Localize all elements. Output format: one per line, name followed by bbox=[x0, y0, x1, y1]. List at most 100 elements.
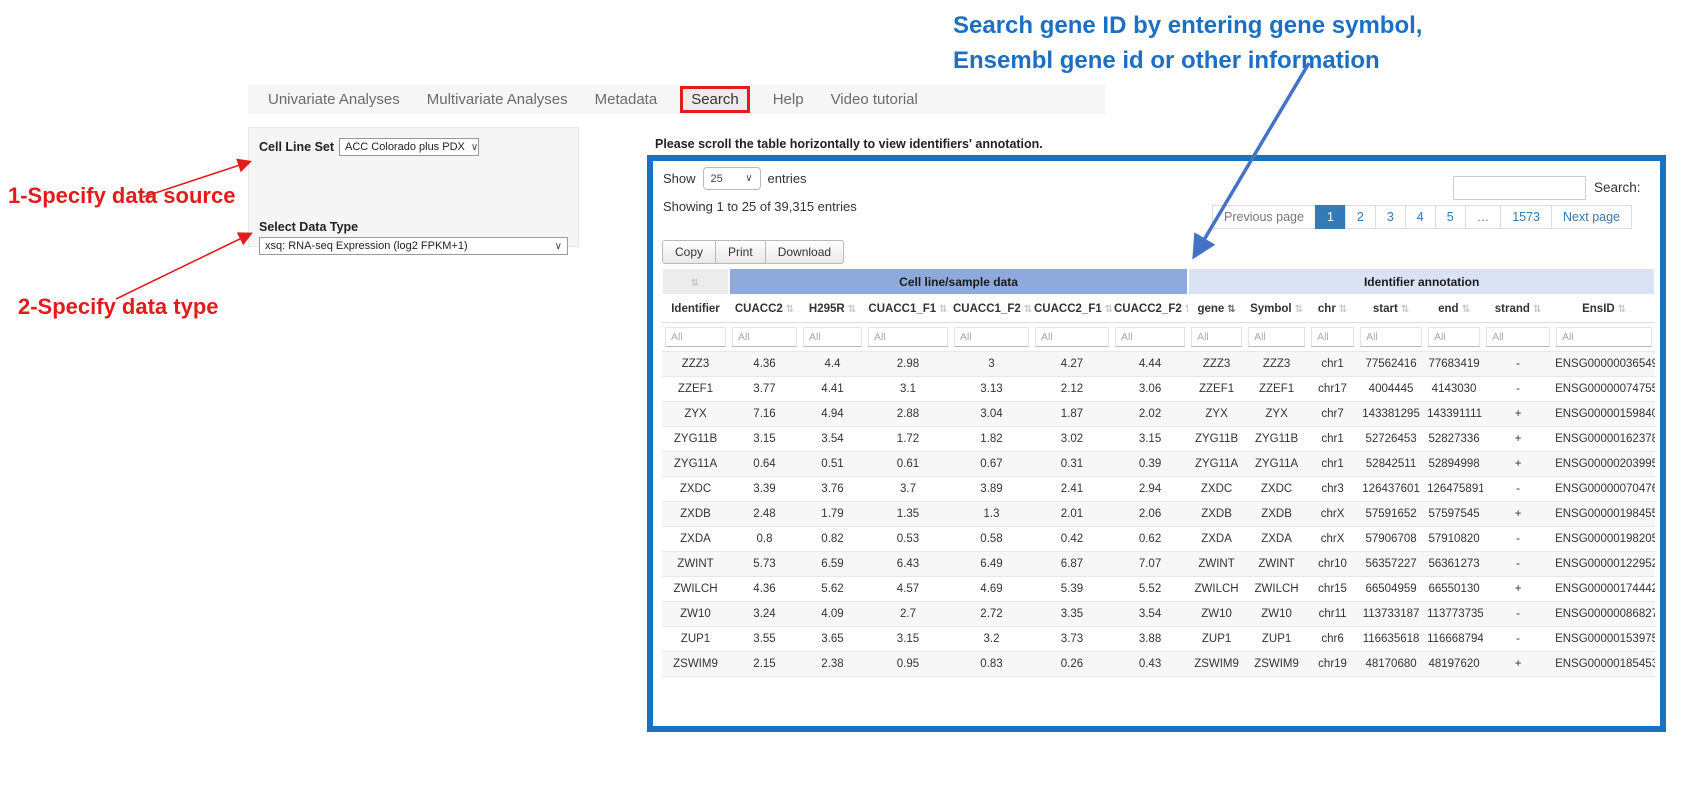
cell: 3.89 bbox=[951, 477, 1032, 502]
column-header-h295r[interactable]: H295R⇅ bbox=[800, 295, 865, 323]
print-button[interactable]: Print bbox=[715, 240, 766, 264]
red-arrow-step2 bbox=[116, 234, 250, 299]
cell: 0.26 bbox=[1032, 652, 1112, 677]
cell: 4.41 bbox=[800, 377, 865, 402]
column-header-symbol[interactable]: Symbol⇅ bbox=[1245, 295, 1308, 323]
cell: 2.12 bbox=[1032, 377, 1112, 402]
filter-input-symbol[interactable] bbox=[1248, 327, 1305, 347]
filter-input-strand[interactable] bbox=[1486, 327, 1550, 347]
cell: 1.3 bbox=[951, 502, 1032, 527]
copy-button[interactable]: Copy bbox=[662, 240, 716, 264]
filter-input-ensid[interactable] bbox=[1556, 327, 1652, 347]
filter-input-cuacc1-f2[interactable] bbox=[954, 327, 1029, 347]
table-row-zzz3: ZZZ34.364.42.9834.274.44ZZZ3ZZZ3chr17756… bbox=[662, 352, 1655, 377]
sort-icon[interactable]: ⇅ bbox=[1185, 304, 1188, 315]
cell: 4.94 bbox=[800, 402, 865, 427]
cell: 1.35 bbox=[865, 502, 951, 527]
sort-icon[interactable]: ⇅ bbox=[1105, 304, 1112, 315]
data-type-select[interactable]: xsq: RNA-seq Expression (log2 FPKM+1) ∨ bbox=[259, 237, 568, 255]
column-header-cuacc2-f2[interactable]: CUACC2_F2⇅ bbox=[1112, 295, 1188, 323]
nav-item-univariate-analyses[interactable]: Univariate Analyses bbox=[268, 91, 400, 108]
column-header-cuacc1-f2[interactable]: CUACC1_F2⇅ bbox=[951, 295, 1032, 323]
column-header-cuacc1-f1[interactable]: CUACC1_F1⇅ bbox=[865, 295, 951, 323]
cell: 0.42 bbox=[1032, 527, 1112, 552]
cell: ENSG00000070476.15 bbox=[1553, 477, 1655, 502]
cell: 0.31 bbox=[1032, 452, 1112, 477]
column-header-ensid[interactable]: EnsID⇅ bbox=[1553, 295, 1655, 323]
nav-item-metadata[interactable]: Metadata bbox=[595, 91, 658, 108]
filter-input-chr[interactable] bbox=[1311, 327, 1354, 347]
sort-icon[interactable]: ⇅ bbox=[1401, 304, 1409, 315]
filter-input-identifier[interactable] bbox=[665, 327, 726, 347]
cell: ZW10 bbox=[1188, 602, 1245, 627]
cell: 6.59 bbox=[800, 552, 865, 577]
group-header-cell-line-sample-data: Cell line/sample data bbox=[729, 268, 1188, 295]
cell: 5.73 bbox=[729, 552, 800, 577]
cell: ENSG00000153975.10 bbox=[1553, 627, 1655, 652]
sort-icon[interactable]: ⇅ bbox=[1462, 304, 1470, 315]
column-header-start[interactable]: start⇅ bbox=[1357, 295, 1425, 323]
nav-item-help[interactable]: Help bbox=[773, 91, 804, 108]
filter-input-cuacc1-f1[interactable] bbox=[868, 327, 948, 347]
filter-input-cuacc2-f2[interactable] bbox=[1115, 327, 1185, 347]
pagination-page-2[interactable]: 2 bbox=[1345, 205, 1376, 229]
cell: 113773735 bbox=[1425, 602, 1483, 627]
nav-item-search[interactable]: Search bbox=[680, 86, 750, 113]
nav-item-video-tutorial[interactable]: Video tutorial bbox=[831, 91, 918, 108]
column-header-cuacc2-f1[interactable]: CUACC2_F1⇅ bbox=[1032, 295, 1112, 323]
column-header-gene[interactable]: gene⇅ bbox=[1188, 295, 1245, 323]
cell: 0.82 bbox=[800, 527, 865, 552]
pagination-previous[interactable]: Previous page bbox=[1212, 205, 1316, 229]
cell: ZYG11A bbox=[662, 452, 729, 477]
filter-input-cuacc2[interactable] bbox=[732, 327, 797, 347]
sort-icon[interactable]: ⇅ bbox=[786, 304, 794, 315]
download-button[interactable]: Download bbox=[765, 240, 844, 264]
pagination-page-5[interactable]: 5 bbox=[1435, 205, 1466, 229]
cell: ENSG00000198455.4 bbox=[1553, 502, 1655, 527]
cell: 0.67 bbox=[951, 452, 1032, 477]
filter-input-end[interactable] bbox=[1428, 327, 1480, 347]
column-header-strand[interactable]: strand⇅ bbox=[1483, 295, 1553, 323]
pagination-page-3[interactable]: 3 bbox=[1375, 205, 1406, 229]
cell: 3.54 bbox=[800, 427, 865, 452]
search-input[interactable] bbox=[1453, 176, 1586, 200]
sort-icon[interactable]: ⇅ bbox=[939, 304, 947, 315]
pagination-next[interactable]: Next page bbox=[1551, 205, 1632, 229]
filter-input-h295r[interactable] bbox=[803, 327, 862, 347]
column-header-end[interactable]: end⇅ bbox=[1425, 295, 1483, 323]
filter-input-cuacc2-f1[interactable] bbox=[1035, 327, 1109, 347]
sort-icon[interactable]: ⇅ bbox=[1618, 304, 1626, 315]
sort-icon[interactable]: ⇅ bbox=[1339, 304, 1347, 315]
cell: 3.65 bbox=[800, 627, 865, 652]
cell: ZWILCH bbox=[1245, 577, 1308, 602]
nav-item-multivariate-analyses[interactable]: Multivariate Analyses bbox=[427, 91, 568, 108]
cell: + bbox=[1483, 652, 1553, 677]
cell: chr3 bbox=[1308, 477, 1357, 502]
cell: ZW10 bbox=[1245, 602, 1308, 627]
cell: 0.8 bbox=[729, 527, 800, 552]
cell: ENSG00000174442.12 bbox=[1553, 577, 1655, 602]
pagination-page-4[interactable]: 4 bbox=[1405, 205, 1436, 229]
cell: ENSG00000074755.15 bbox=[1553, 377, 1655, 402]
sort-icon[interactable]: ⇅ bbox=[1295, 304, 1303, 315]
sort-icon[interactable]: ⇅ bbox=[1024, 304, 1032, 315]
pagination-page-1[interactable]: 1 bbox=[1315, 205, 1346, 229]
cell: ZYG11A bbox=[1245, 452, 1308, 477]
pagination-ellipsis[interactable]: … bbox=[1465, 205, 1502, 229]
column-header-identifier[interactable]: Identifier bbox=[662, 295, 729, 323]
cell: - bbox=[1483, 477, 1553, 502]
pagination-page-1573[interactable]: 1573 bbox=[1500, 205, 1552, 229]
column-header-chr[interactable]: chr⇅ bbox=[1308, 295, 1357, 323]
filter-input-gene[interactable] bbox=[1191, 327, 1242, 347]
column-header-cuacc2[interactable]: CUACC2⇅ bbox=[729, 295, 800, 323]
sort-icon[interactable]: ⇅ bbox=[691, 278, 699, 289]
cell: 3.13 bbox=[951, 377, 1032, 402]
sort-icon[interactable]: ⇅ bbox=[1533, 304, 1541, 315]
sort-icon[interactable]: ⇅ bbox=[1227, 304, 1235, 315]
annotation-search-tip: Search gene ID by entering gene symbol, … bbox=[953, 8, 1422, 78]
page-size-select[interactable]: 25 ∨ bbox=[703, 167, 761, 190]
cell-line-set-select[interactable]: ACC Colorado plus PDX ∨ bbox=[339, 138, 479, 156]
filter-input-start[interactable] bbox=[1360, 327, 1422, 347]
sort-icon[interactable]: ⇅ bbox=[848, 304, 856, 315]
cell: 0.43 bbox=[1112, 652, 1188, 677]
